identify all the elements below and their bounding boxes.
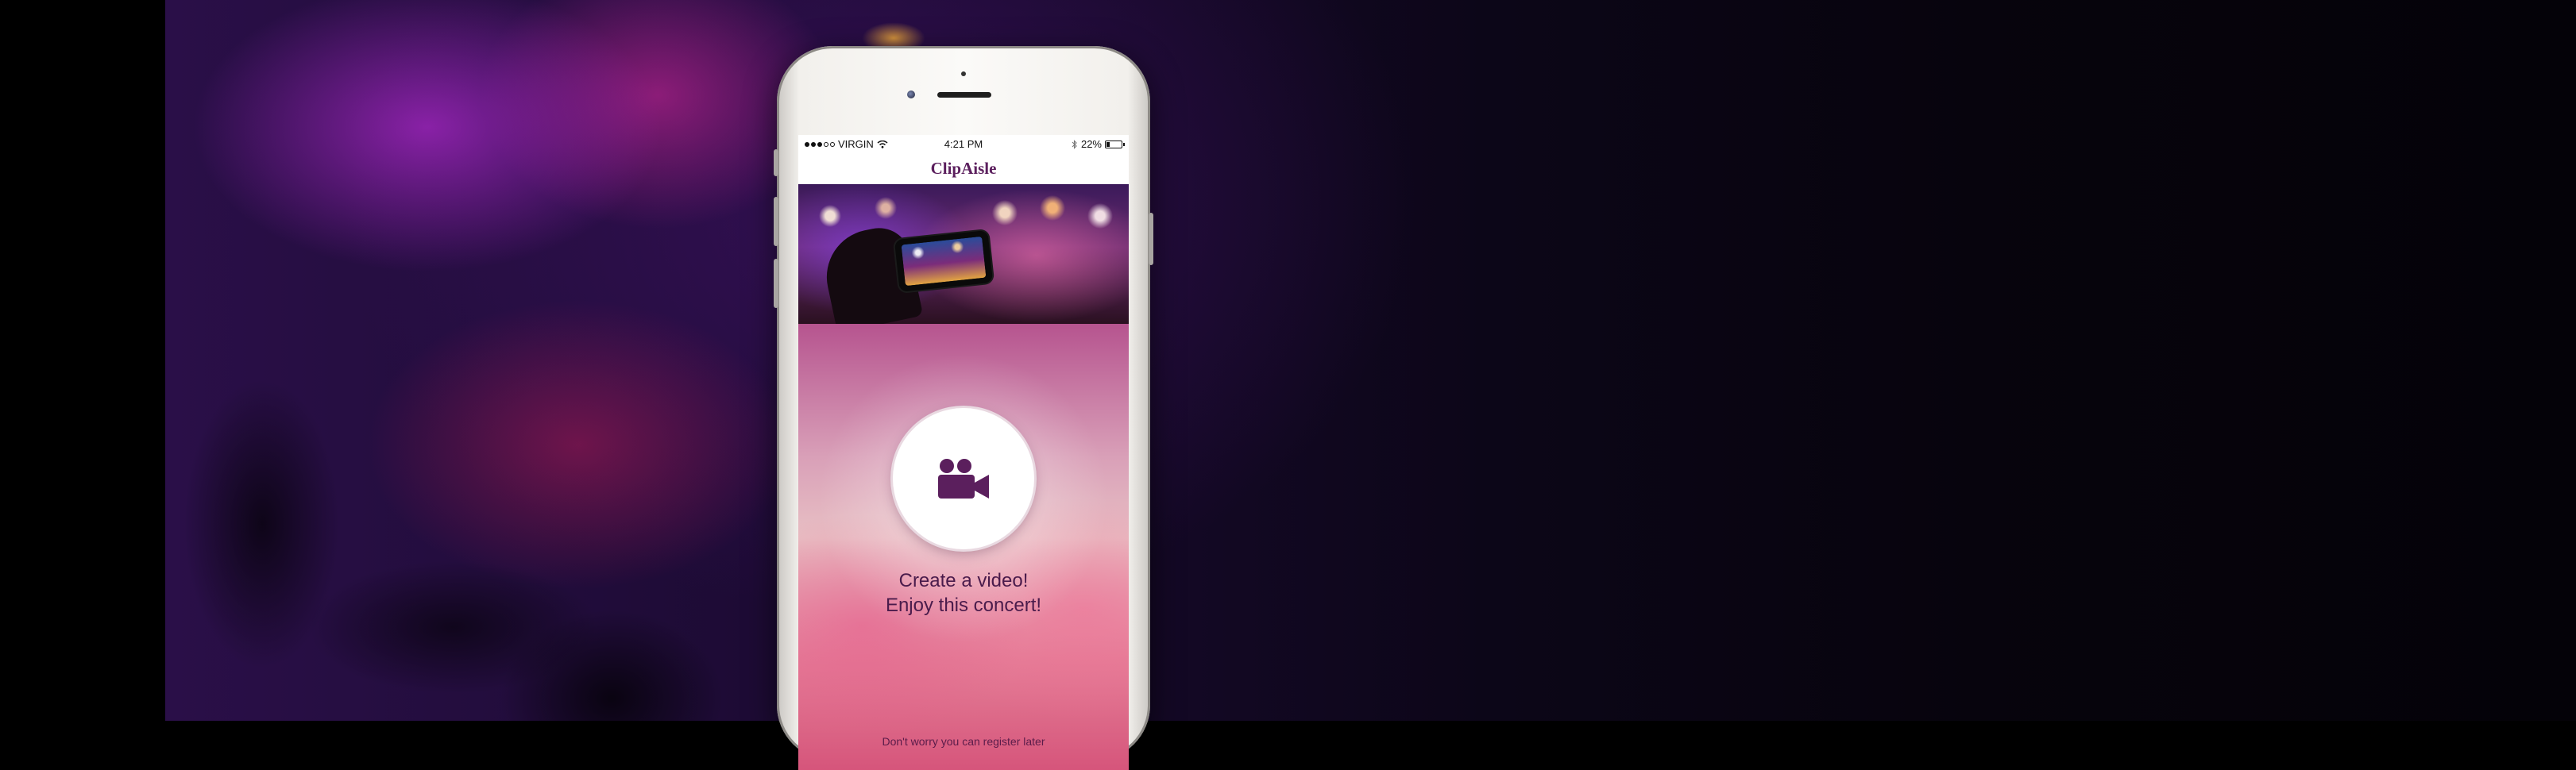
register-later-link[interactable]: Don't worry you can register later xyxy=(798,735,1129,748)
status-right: 22% xyxy=(1072,138,1125,150)
phone-front-camera xyxy=(907,90,915,98)
status-bar: VIRGIN 4:21 PM 22% xyxy=(798,135,1129,152)
phone-volume-up xyxy=(774,197,778,246)
crowd-hands-silhouette xyxy=(167,286,723,721)
held-phone-image xyxy=(894,230,994,292)
held-phone-screen xyxy=(901,236,987,287)
battery-percent: 22% xyxy=(1080,138,1102,150)
hero-concert-image xyxy=(798,184,1129,324)
create-video-button[interactable] xyxy=(893,408,1034,549)
phone-volume-down xyxy=(774,259,778,308)
bluetooth-icon xyxy=(1072,139,1077,149)
phone-sensor xyxy=(961,71,966,76)
video-camera-icon xyxy=(938,459,989,499)
headline: Create a video! Enjoy this concert! xyxy=(798,568,1129,618)
phone-mockup: VIRGIN 4:21 PM 22% ClipAisle Create a vi… xyxy=(774,46,1153,770)
phone-mute-switch xyxy=(774,149,778,176)
battery-fill xyxy=(1106,141,1110,147)
phone-speaker xyxy=(937,92,991,98)
phone-screen: VIRGIN 4:21 PM 22% ClipAisle Create a vi… xyxy=(798,135,1129,770)
headline-line-2: Enjoy this concert! xyxy=(885,595,1042,616)
phone-power-button xyxy=(1149,213,1153,265)
main-content: Create a video! Enjoy this concert! Don'… xyxy=(798,324,1129,770)
left-black-strip xyxy=(0,0,165,721)
app-header: ClipAisle xyxy=(798,152,1129,184)
headline-line-1: Create a video! xyxy=(898,570,1029,591)
app-logo: ClipAisle xyxy=(930,158,997,178)
battery-icon xyxy=(1105,140,1125,148)
